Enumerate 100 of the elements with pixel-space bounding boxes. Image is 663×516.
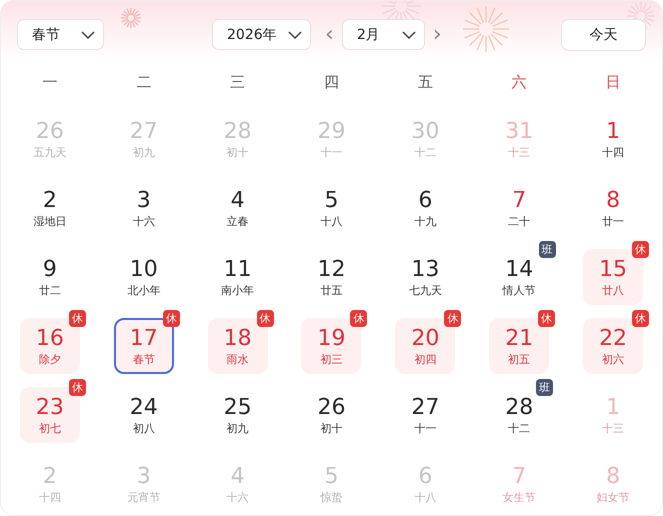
day-number: 9 (42, 256, 57, 282)
chevron-down-icon (288, 30, 302, 38)
day-cell[interactable]: 28 初十 (222, 111, 254, 167)
weekday-label: 六 (510, 72, 528, 92)
weekday-label: 三 (229, 72, 246, 92)
day-cell[interactable]: 6 十八 (412, 456, 438, 512)
day-cell[interactable]: 7 二十 (506, 180, 532, 236)
day-number: 3 (136, 464, 151, 490)
day-cell[interactable]: 3 十六 (130, 180, 157, 236)
weekday-label: 一 (41, 72, 58, 92)
lunar-date: 除夕 (38, 352, 61, 366)
day-cell[interactable]: 11 南小年 (219, 249, 256, 305)
day-number: 28 (224, 118, 252, 144)
day-number: 18 (224, 326, 252, 352)
day-cell[interactable]: 29 十一 (315, 111, 348, 167)
weekday-label: 五 (416, 72, 434, 92)
today-button[interactable]: 今天 (561, 18, 646, 50)
lunar-date: 初三 (320, 352, 342, 366)
lunar-date: 北小年 (127, 282, 160, 298)
festival-dropdown[interactable]: 春节 (17, 19, 104, 50)
day-cell[interactable]: 14 情人节 (500, 249, 538, 305)
lunar-date: 廿二 (38, 282, 61, 298)
day-cell[interactable]: 26 初十 (315, 387, 348, 443)
lunar-date: 雨水 (226, 352, 249, 366)
holiday-badge: 休 (538, 310, 556, 327)
day-cell[interactable]: 9 廿二 (36, 249, 63, 305)
previous-month-button[interactable]: ‹ (317, 24, 342, 46)
chevron-down-icon (402, 30, 416, 38)
day-number: 11 (224, 256, 252, 282)
lunar-date: 初七 (38, 420, 61, 436)
day-number: 14 (505, 256, 534, 282)
day-cell[interactable]: 1 十三 (600, 387, 626, 443)
day-cell[interactable]: 8 妇女节 (594, 456, 632, 512)
day-number: 7 (512, 464, 526, 490)
lunar-date: 惊蛰 (320, 490, 342, 504)
day-number: 29 (317, 118, 346, 144)
day-cell[interactable]: 13 七九天 (406, 249, 444, 305)
day-cell[interactable]: 3 元宵节 (125, 456, 162, 512)
day-cell[interactable]: 1 十四 (600, 111, 626, 167)
weekday-label: 二 (135, 72, 152, 92)
day-cell[interactable]: 8 廿一 (600, 180, 626, 236)
day-cell[interactable]: 10 北小年 (125, 249, 162, 305)
lunar-date: 十三 (602, 420, 624, 436)
holiday-badge: 休 (68, 310, 86, 327)
day-cell[interactable]: 4 立春 (224, 180, 251, 236)
day-number: 19 (317, 326, 346, 352)
day-number: 26 (317, 394, 346, 420)
day-number: 27 (411, 394, 440, 420)
day-number: 25 (224, 394, 252, 420)
day-number: 1 (606, 394, 620, 420)
day-cell[interactable]: 25 初九 (222, 387, 254, 443)
day-cell[interactable]: 5 十八 (318, 180, 344, 236)
day-cell[interactable]: 27 初九 (128, 111, 160, 167)
lunar-date: 十四 (38, 490, 61, 504)
day-number: 8 (606, 188, 620, 214)
day-number: 4 (230, 188, 245, 214)
day-number: 3 (136, 188, 151, 214)
day-cell[interactable]: 2 湿地日 (31, 180, 68, 236)
day-cell[interactable]: 7 女生节 (500, 456, 538, 512)
day-cell[interactable]: 5 惊蛰 (318, 456, 344, 512)
day-cell[interactable]: 4 十六 (224, 456, 251, 512)
lunar-date: 初八 (132, 420, 155, 436)
day-cell[interactable]: 6 十九 (412, 180, 438, 236)
lunar-date: 初六 (602, 352, 624, 366)
lunar-date: 十六 (132, 214, 155, 228)
lunar-date: 七九天 (408, 282, 442, 298)
day-number: 22 (599, 326, 628, 352)
day-number: 16 (36, 326, 64, 352)
day-number: 5 (324, 464, 338, 490)
lunar-date: 南小年 (221, 282, 254, 298)
day-number: 17 (130, 326, 158, 352)
day-number: 31 (505, 118, 534, 144)
day-number: 30 (411, 118, 440, 144)
lunar-date: 五九天 (33, 144, 66, 160)
lunar-date: 初四 (414, 352, 436, 366)
day-cell[interactable]: 24 初八 (128, 387, 160, 443)
day-cell[interactable]: 30 十二 (409, 111, 442, 167)
holiday-badge: 休 (632, 310, 650, 327)
day-cell[interactable]: 12 廿五 (315, 249, 348, 305)
next-month-button[interactable]: › (424, 24, 450, 46)
day-cell[interactable]: 2 十四 (36, 456, 63, 512)
lunar-date: 春节 (132, 352, 155, 366)
day-cell[interactable]: 26 五九天 (31, 111, 68, 167)
month-dropdown[interactable]: 2月 (342, 19, 425, 50)
lunar-date: 妇女节 (596, 490, 630, 504)
day-number: 8 (606, 464, 620, 490)
day-number: 10 (130, 256, 158, 282)
day-cell[interactable]: 28 十二 (503, 387, 536, 443)
day-number: 2 (42, 188, 57, 214)
lunar-date: 立春 (226, 214, 249, 228)
year-dropdown[interactable]: 2026年 (212, 19, 311, 50)
day-cell[interactable]: 27 十一 (409, 387, 442, 443)
lunar-date: 初十 (226, 144, 249, 160)
day-cell[interactable]: 31 十三 (503, 111, 536, 167)
day-number: 13 (411, 256, 440, 282)
lunar-date: 初十 (320, 420, 342, 436)
lunar-date: 十六 (226, 490, 249, 504)
lunar-date: 初九 (226, 420, 249, 436)
holiday-badge: 休 (68, 379, 86, 396)
day-number: 26 (36, 118, 64, 144)
